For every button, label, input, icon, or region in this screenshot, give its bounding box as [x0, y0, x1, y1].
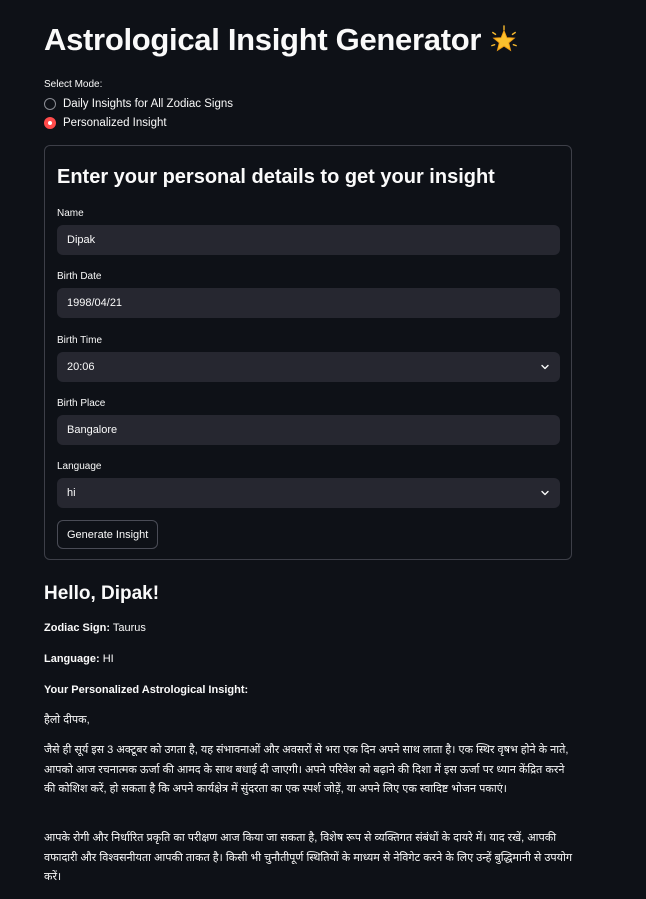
insight-paragraph-2: आपके रोगी और निर्धारित प्रकृति का परीक्ष… [44, 832, 573, 883]
birth-place-input[interactable]: Bangalore [57, 415, 560, 445]
insight-heading-text: Your Personalized Astrological Insight: [44, 684, 249, 696]
birth-place-label: Birth Place [57, 398, 106, 409]
radio-checked-icon[interactable] [44, 117, 56, 129]
details-form: Enter your personal details to get your … [44, 145, 572, 560]
form-title: Enter your personal details to get your … [57, 166, 495, 188]
mode-label: Select Mode: [44, 79, 103, 90]
generate-insight-button[interactable]: Generate Insight [57, 520, 159, 549]
chevron-down-icon [541, 364, 549, 370]
name-input[interactable]: Dipak [57, 225, 560, 255]
language-line: Language: HI [44, 653, 114, 665]
birth-time-select[interactable]: 20:06 [57, 352, 560, 382]
birth-date-input[interactable]: 1998/04/21 [57, 288, 560, 318]
insight-salutation: हैलो दीपक, [44, 714, 90, 726]
birth-date-label: Birth Date [57, 271, 102, 282]
page-title-text: Astrological Insight Generator [44, 22, 482, 57]
birth-place-value: Bangalore [67, 424, 118, 436]
chevron-down-icon [541, 490, 549, 496]
page-title: Astrological Insight Generator [44, 22, 519, 58]
radio-daily-label: Daily Insights for All Zodiac Signs [63, 98, 234, 110]
glowing-star-icon [491, 25, 518, 52]
name-value: Dipak [67, 234, 96, 246]
birth-time-value: 20:06 [67, 361, 95, 373]
app-root: Astrological Insight Generator Select Mo… [0, 0, 646, 899]
language-value: hi [67, 487, 76, 499]
result-language-label: Language: [44, 653, 100, 665]
result-language-value: HI [102, 653, 114, 665]
insight-paragraph-1: जैसे ही सूर्य इस 3 अक्टूबर को उगता है, य… [44, 744, 569, 795]
radio-personalized-insight[interactable]: Personalized Insight [44, 117, 167, 129]
name-label: Name [57, 208, 84, 219]
radio-personalized-label: Personalized Insight [63, 117, 167, 129]
radio-daily-insights[interactable]: Daily Insights for All Zodiac Signs [44, 98, 233, 110]
insight-heading: Your Personalized Astrological Insight: [44, 684, 248, 696]
language-select[interactable]: hi [57, 478, 560, 508]
radio-unchecked-icon[interactable] [44, 98, 56, 110]
zodiac-sign-line: Zodiac Sign: Taurus [44, 622, 146, 634]
zodiac-label: Zodiac Sign: [44, 622, 110, 634]
birth-date-value: 1998/04/21 [67, 297, 123, 309]
language-label: Language [57, 461, 102, 472]
birth-time-label: Birth Time [57, 335, 103, 346]
zodiac-value: Taurus [112, 622, 146, 634]
greeting-heading: Hello, Dipak! [44, 583, 160, 604]
